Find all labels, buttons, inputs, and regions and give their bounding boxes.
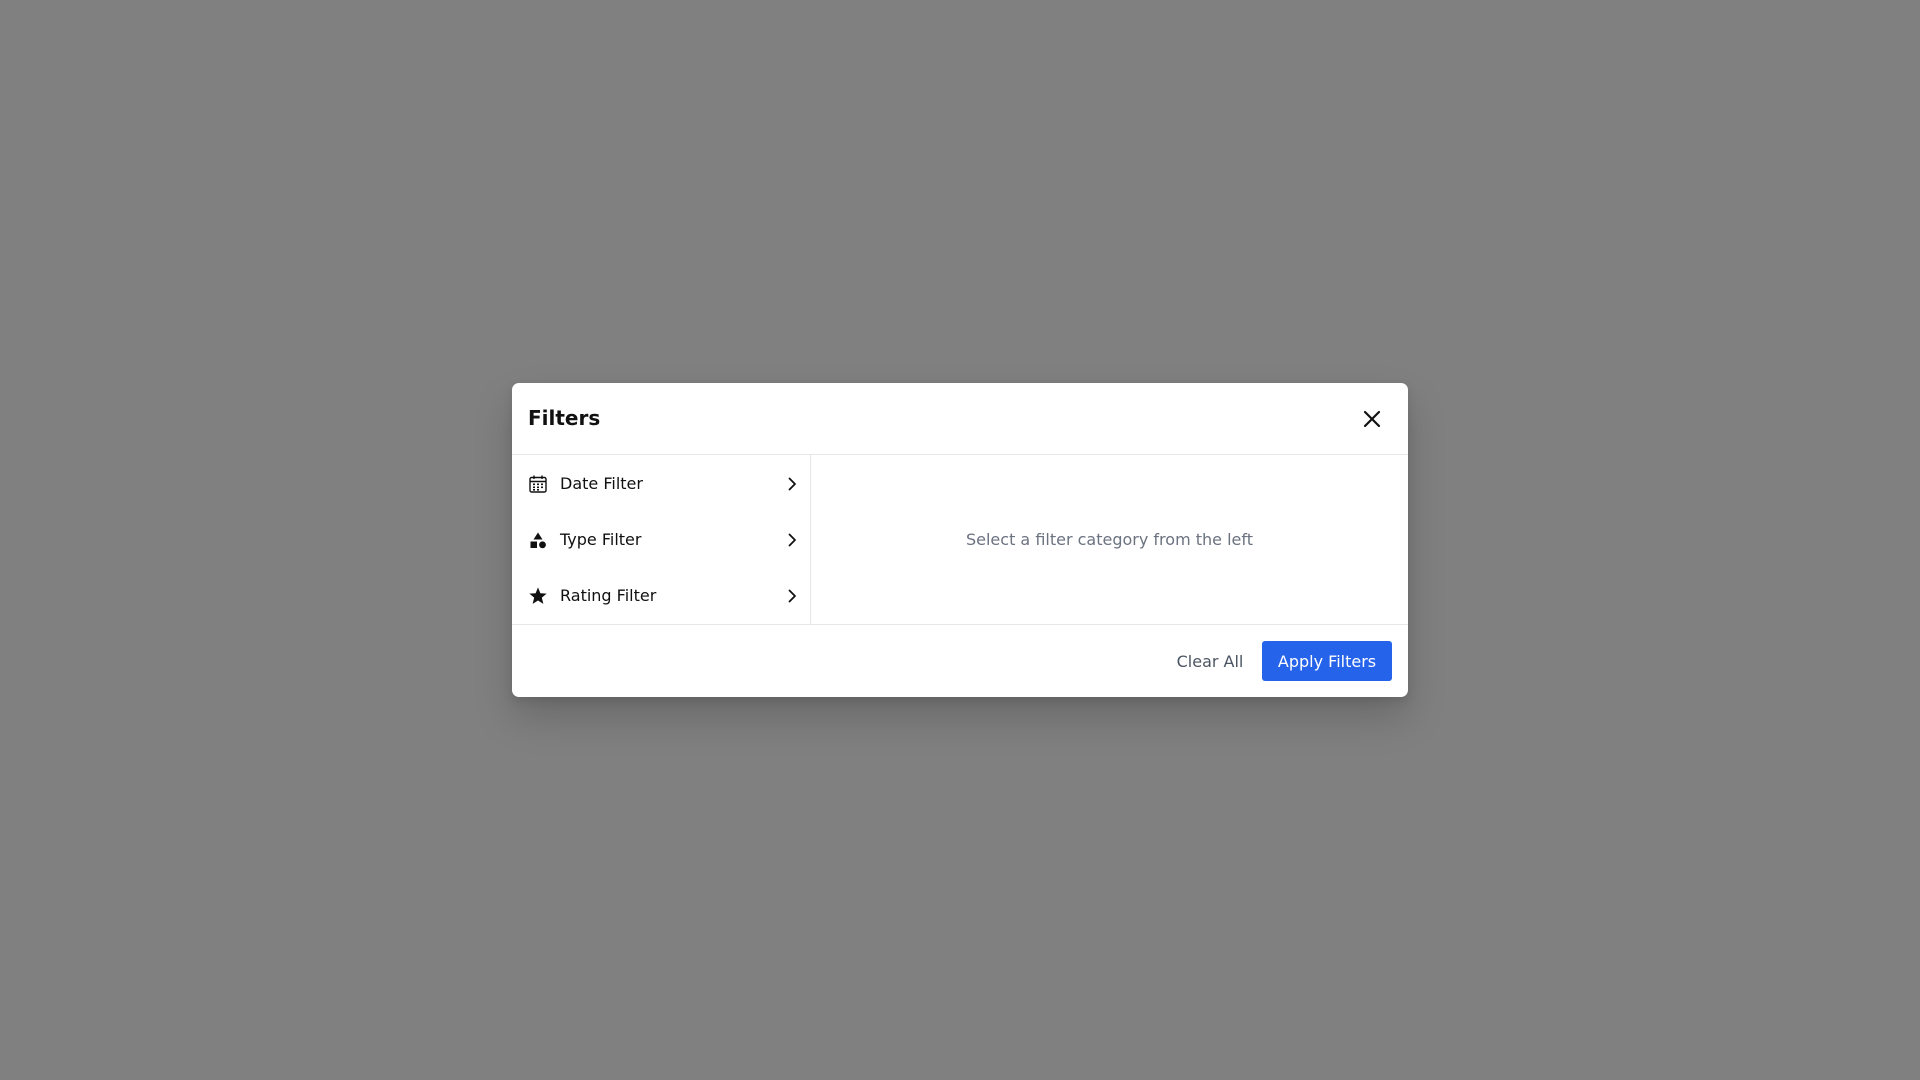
close-button[interactable]	[1354, 401, 1390, 437]
apply-filters-button[interactable]: Apply Filters	[1262, 641, 1392, 681]
calendar-icon	[528, 474, 548, 494]
sidebar-item-type-filter[interactable]: Type Filter	[512, 512, 810, 568]
chevron-right-icon	[785, 533, 799, 547]
filter-detail-panel: Select a filter category from the left	[811, 455, 1408, 624]
sidebar-item-date-filter[interactable]: Date Filter	[512, 456, 810, 512]
sidebar-item-label: Rating Filter	[560, 586, 657, 605]
shapes-icon	[528, 530, 548, 550]
modal-body: Date Filter Type Filter Rating Filter Se…	[512, 455, 1408, 624]
empty-state-text: Select a filter category from the left	[965, 530, 1253, 549]
sidebar-item-rating-filter[interactable]: Rating Filter	[512, 568, 810, 624]
star-icon	[528, 586, 548, 606]
close-icon	[1363, 410, 1381, 428]
modal-title: Filters	[528, 406, 601, 430]
clear-all-button[interactable]: Clear All	[1144, 641, 1276, 681]
modal-footer: Clear All Apply Filters	[512, 624, 1408, 697]
sidebar-item-label: Type Filter	[560, 530, 642, 549]
chevron-right-icon	[785, 589, 799, 603]
chevron-right-icon	[785, 477, 799, 491]
filter-category-list: Date Filter Type Filter Rating Filter	[512, 455, 811, 624]
sidebar-item-label: Date Filter	[560, 474, 643, 493]
filters-modal: Filters Date Filter Type Filter Rating F…	[512, 383, 1408, 697]
modal-header: Filters	[512, 383, 1408, 455]
